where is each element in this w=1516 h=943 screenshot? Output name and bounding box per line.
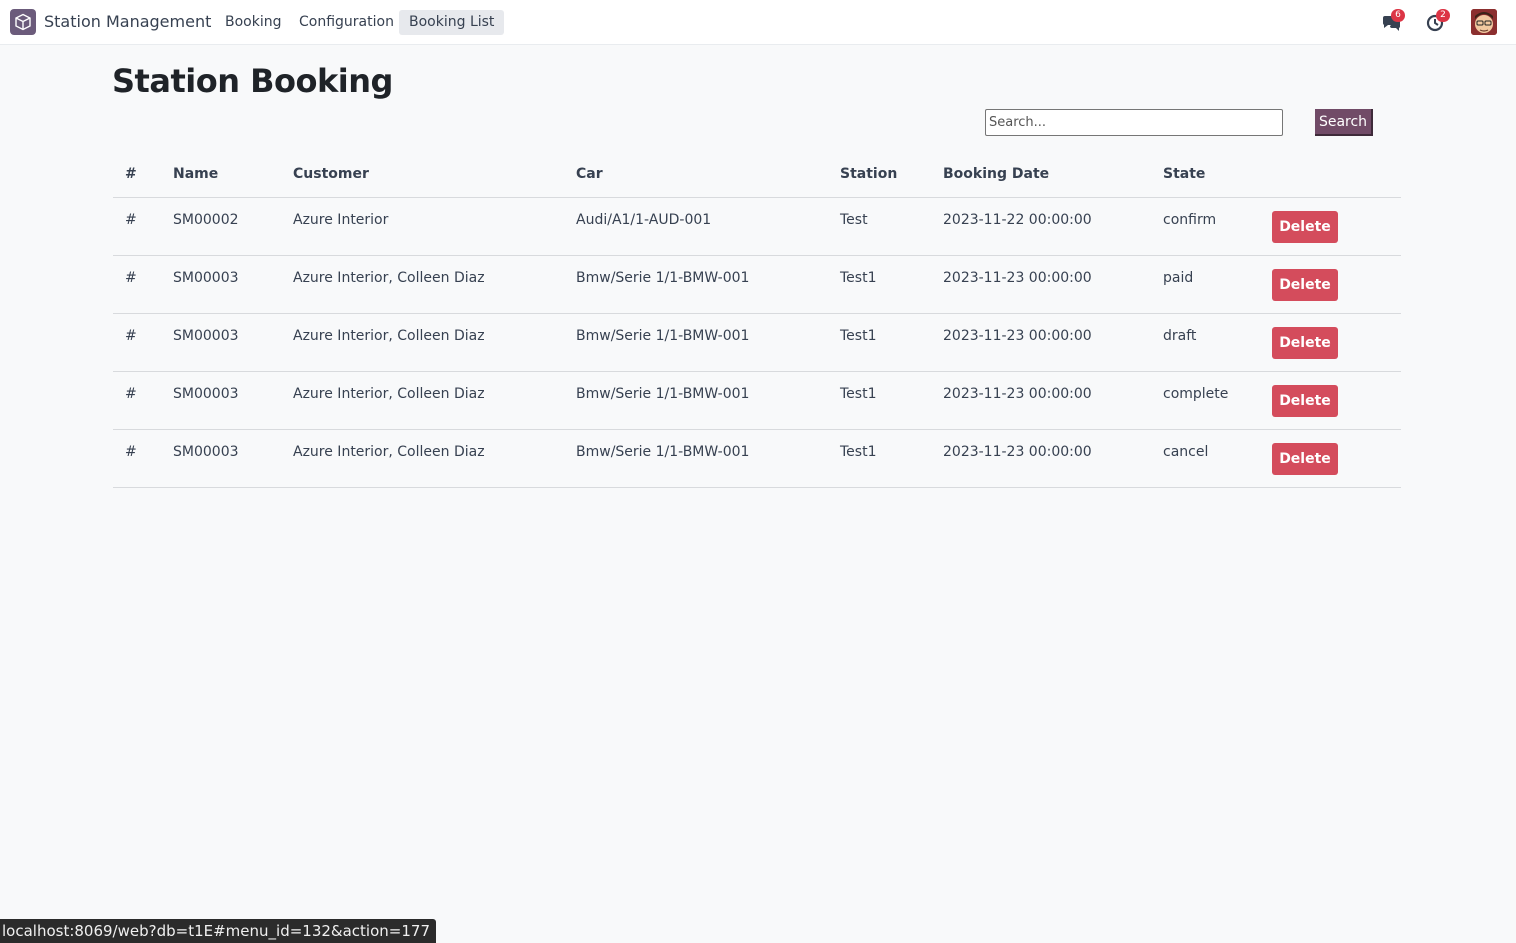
column-header-name: Name [161, 152, 281, 198]
column-header-booking-date: Booking Date [931, 152, 1151, 198]
search-button[interactable]: Search [1315, 109, 1373, 136]
row-name: SM00002 [161, 197, 281, 256]
row-booking-date: 2023-11-23 00:00:00 [931, 371, 1151, 430]
row-actions: Delete [1272, 429, 1401, 488]
row-index: # [113, 197, 161, 256]
app-name[interactable]: Station Management [44, 12, 211, 31]
row-state: cancel [1151, 429, 1272, 488]
table-row[interactable]: # SM00003 Azure Interior, Colleen Diaz B… [113, 255, 1401, 314]
row-booking-date: 2023-11-23 00:00:00 [931, 429, 1151, 488]
delete-button[interactable]: Delete [1272, 442, 1338, 475]
table-row[interactable]: # SM00002 Azure Interior Audi/A1/1-AUD-0… [113, 197, 1401, 256]
status-bar-url: localhost:8069/web?db=t1E#menu_id=132&ac… [0, 919, 436, 943]
menu-booking[interactable]: Booking [215, 10, 292, 35]
app-cube-icon[interactable] [10, 9, 36, 35]
row-car: Bmw/Serie 1/1-BMW-001 [564, 371, 828, 430]
row-index: # [113, 429, 161, 488]
row-customer: Azure Interior, Colleen Diaz [281, 371, 564, 430]
row-station: Test1 [828, 371, 931, 430]
search-input[interactable] [985, 109, 1283, 136]
row-customer: Azure Interior, Colleen Diaz [281, 429, 564, 488]
page-title: Station Booking [112, 62, 393, 100]
row-station: Test1 [828, 255, 931, 314]
row-car: Bmw/Serie 1/1-BMW-001 [564, 313, 828, 372]
row-name: SM00003 [161, 429, 281, 488]
top-navbar: Station Management Booking Configuration… [0, 0, 1516, 45]
row-car: Bmw/Serie 1/1-BMW-001 [564, 255, 828, 314]
delete-button[interactable]: Delete [1272, 326, 1338, 359]
row-customer: Azure Interior [281, 197, 564, 256]
row-actions: Delete [1272, 255, 1401, 314]
chat-bubbles-icon[interactable]: 6 [1381, 9, 1405, 32]
row-state: draft [1151, 313, 1272, 372]
row-station: Test1 [828, 429, 931, 488]
delete-button[interactable]: Delete [1272, 384, 1338, 417]
column-header-station: Station [828, 152, 931, 198]
row-station: Test1 [828, 313, 931, 372]
row-actions: Delete [1272, 197, 1401, 256]
row-customer: Azure Interior, Colleen Diaz [281, 313, 564, 372]
row-state: confirm [1151, 197, 1272, 256]
table-row[interactable]: # SM00003 Azure Interior, Colleen Diaz B… [113, 371, 1401, 430]
delete-button[interactable]: Delete [1272, 268, 1338, 301]
clock-icon[interactable]: 2 [1426, 9, 1450, 32]
row-car: Audi/A1/1-AUD-001 [564, 197, 828, 256]
delete-button[interactable]: Delete [1272, 210, 1338, 243]
column-header-customer: Customer [281, 152, 564, 198]
row-state: paid [1151, 255, 1272, 314]
row-index: # [113, 255, 161, 314]
row-index: # [113, 313, 161, 372]
column-header-car: Car [564, 152, 828, 198]
row-station: Test [828, 197, 931, 256]
menu-configuration[interactable]: Configuration [289, 10, 404, 35]
row-car: Bmw/Serie 1/1-BMW-001 [564, 429, 828, 488]
row-actions: Delete [1272, 313, 1401, 372]
messages-count-badge: 6 [1391, 9, 1405, 22]
row-index: # [113, 371, 161, 430]
menu-booking-list[interactable]: Booking List [399, 10, 505, 35]
bookings-table: # Name Customer Car Station Booking Date… [113, 152, 1401, 488]
activities-count-badge: 2 [1436, 9, 1450, 22]
table-row[interactable]: # SM00003 Azure Interior, Colleen Diaz B… [113, 313, 1401, 372]
row-booking-date: 2023-11-22 00:00:00 [931, 197, 1151, 256]
column-header-state: State [1151, 152, 1272, 198]
row-name: SM00003 [161, 255, 281, 314]
row-actions: Delete [1272, 371, 1401, 430]
row-name: SM00003 [161, 371, 281, 430]
user-avatar[interactable] [1471, 9, 1497, 35]
table-row[interactable]: # SM00003 Azure Interior, Colleen Diaz B… [113, 429, 1401, 488]
row-booking-date: 2023-11-23 00:00:00 [931, 255, 1151, 314]
column-header-actions [1272, 152, 1401, 198]
column-header-index: # [113, 152, 161, 198]
row-booking-date: 2023-11-23 00:00:00 [931, 313, 1151, 372]
row-name: SM00003 [161, 313, 281, 372]
row-state: complete [1151, 371, 1272, 430]
row-customer: Azure Interior, Colleen Diaz [281, 255, 564, 314]
table-header-row: # Name Customer Car Station Booking Date… [113, 152, 1401, 198]
